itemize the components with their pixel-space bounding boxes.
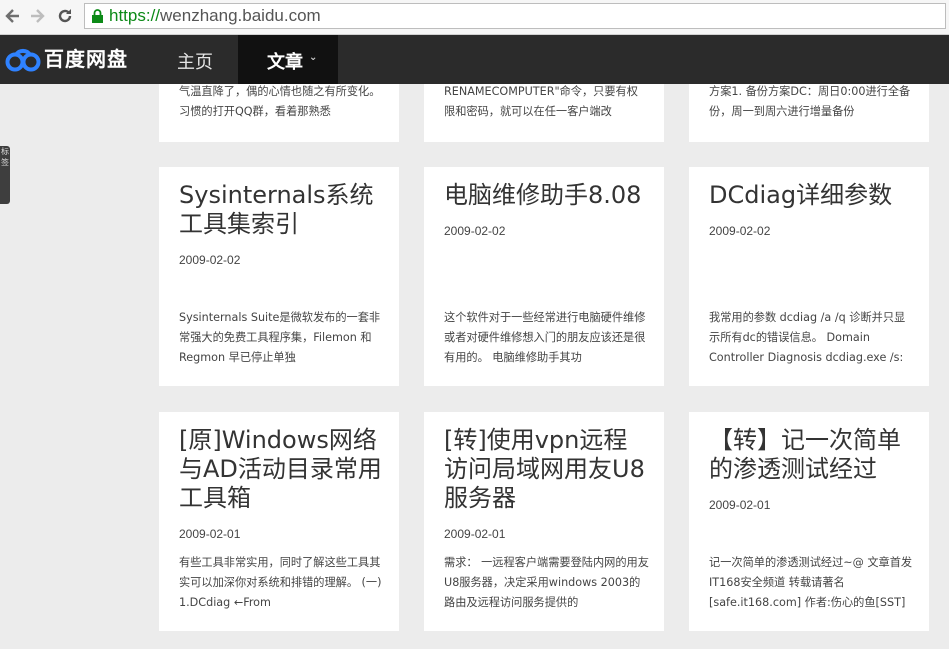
article-card[interactable]: [原]Windows网络与AD活动目录常用工具箱 2009-02-01 有些工具… (159, 412, 399, 631)
baidu-cloud-logo-icon[interactable] (5, 44, 41, 78)
article-card[interactable]: 【转】记一次简单的渗透测试经过 2009-02-01 记一次简单的渗透测试经过~… (689, 412, 929, 631)
nav-article[interactable]: 文章 ⌄ (238, 35, 338, 84)
article-excerpt: 记一次简单的渗透测试经过~@ 文章首发IT168安全频道 转载请著名[safe.… (709, 556, 913, 609)
article-excerpt: 我常用的参数 dcdiag /a /q 诊断并只显示所有dc的错误信息。 Dom… (709, 311, 906, 364)
article-excerpt: 气温直降了，偶的心情也随之有所变化。习惯的打开QQ群，看着那熟悉 (179, 85, 381, 118)
chevron-down-icon: ⌄ (309, 52, 318, 63)
article-excerpt: 需求： 一远程客户端需要登陆内网的用友U8服务器，决定采用windows 200… (444, 556, 649, 609)
reload-icon[interactable] (55, 7, 75, 27)
article-excerpt: 这个软件对于一些经常进行电脑硬件维修或者对硬件维修想入门的朋友应该还是很有用的。… (444, 311, 646, 364)
article-title[interactable]: [原]Windows网络与AD活动目录常用工具箱 (179, 426, 384, 513)
article-card[interactable]: [转]使用vpn远程访问局域网用友U8服务器 2009-02-01 需求： 一远… (424, 412, 664, 631)
site-header: 百度网盘 主页 文章 ⌄ (0, 35, 949, 84)
article-title[interactable]: 【转】记一次简单的渗透测试经过 (709, 426, 914, 484)
article-date: 2009-02-02 (709, 224, 771, 238)
side-tag-tab[interactable]: 标签 (0, 146, 10, 204)
article-excerpt: RENAMECOMPUTER"命令，只要有权限和密码，就可以在任一客户端改 (444, 85, 638, 118)
address-bar[interactable]: https://wenzhang.baidu.com (84, 3, 946, 29)
article-date: 2009-02-01 (709, 498, 771, 512)
article-date: 2009-02-01 (444, 527, 506, 541)
article-title[interactable]: 电脑维修助手8.08 (444, 181, 649, 210)
back-arrow-icon[interactable] (3, 7, 23, 27)
nav-article-label: 文章 (267, 52, 303, 73)
article-card[interactable]: Sysinternals系统工具集索引 2009-02-02 Sysintern… (159, 167, 399, 386)
article-card[interactable]: DCdiag详细参数 2009-02-02 我常用的参数 dcdiag /a /… (689, 167, 929, 386)
article-card[interactable]: 方案1. 备份方案DC：周日0:00进行全备份，周一到周六进行增量备份 (689, 84, 929, 142)
article-title[interactable]: [转]使用vpn远程访问局域网用友U8服务器 (444, 426, 649, 513)
browser-toolbar: https://wenzhang.baidu.com (0, 0, 949, 35)
side-tag-label: 标签 (1, 147, 9, 167)
url-scheme: https:// (109, 6, 161, 25)
article-date: 2009-02-02 (444, 224, 506, 238)
article-card[interactable]: RENAMECOMPUTER"命令，只要有权限和密码，就可以在任一客户端改 (424, 84, 664, 142)
logo-text[interactable]: 百度网盘 (44, 43, 128, 72)
article-excerpt: 有些工具非常实用，同时了解这些工具其实可以加深你对系统和排错的理解。 (一) 1… (179, 556, 382, 609)
lock-icon (92, 9, 103, 23)
article-excerpt: Sysinternals Suite是微软发布的一套非常强大的免费工具程序集，F… (179, 311, 381, 364)
nav-home[interactable]: 主页 (177, 48, 213, 74)
url-host: wenzhang.baidu.com (160, 6, 321, 25)
article-excerpt: 方案1. 备份方案DC：周日0:00进行全备份，周一到周六进行增量备份 (709, 85, 911, 118)
article-date: 2009-02-01 (179, 527, 241, 541)
article-card[interactable]: 电脑维修助手8.08 2009-02-02 这个软件对于一些经常进行电脑硬件维修… (424, 167, 664, 386)
article-date: 2009-02-02 (179, 253, 241, 267)
article-title[interactable]: DCdiag详细参数 (709, 181, 914, 210)
article-card[interactable]: 气温直降了，偶的心情也随之有所变化。习惯的打开QQ群，看着那熟悉 (159, 84, 399, 142)
article-title[interactable]: Sysinternals系统工具集索引 (179, 181, 384, 239)
forward-arrow-icon[interactable] (27, 7, 47, 27)
